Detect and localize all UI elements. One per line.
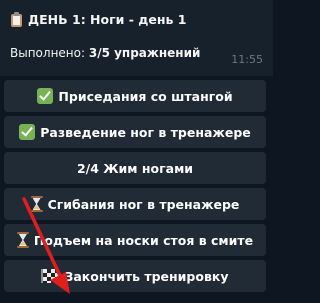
progress-label: Выполнено: [10, 46, 89, 60]
button-label: Подъем на носки стоя в смите [33, 232, 254, 248]
progress-line: Выполнено: 3/5 упражнений [10, 45, 263, 61]
hourglass-icon [30, 196, 43, 212]
message-title-text: ДЕНЬ 1: Ноги - день 1 [28, 12, 187, 27]
exercise-button-calf-raise[interactable]: Подъем на носки стоя в смите [4, 224, 266, 256]
message-title: ДЕНЬ 1: Ноги - день 1 [10, 12, 263, 28]
message-timestamp: 11:55 [231, 53, 263, 66]
exercise-button-leg-curl[interactable]: Сгибания ног в тренажере [4, 188, 266, 220]
button-label: Сгибания ног в тренажере [47, 196, 240, 212]
finish-workout-button[interactable]: Закончить тренировку [4, 260, 266, 292]
message-bubble: ДЕНЬ 1: Ноги - день 1 Выполнено: 3/5 упр… [0, 0, 273, 76]
button-label: 2/4 Жим ногами [76, 160, 194, 176]
progress-value: 3/5 упражнений [88, 46, 201, 60]
exercise-button-leg-abduction[interactable]: Разведение ног в тренажере [4, 116, 266, 148]
button-label: Разведение ног в тренажере [40, 124, 251, 140]
exercise-button-squats[interactable]: Приседания со штангой [4, 80, 266, 112]
check-mark-icon [37, 88, 54, 104]
check-mark-icon [19, 124, 36, 140]
button-label: Закончить тренировку [64, 268, 229, 284]
hourglass-icon [16, 232, 29, 248]
button-label: Приседания со штангой [58, 88, 233, 104]
checkered-flag-icon [41, 269, 60, 283]
exercise-button-leg-press[interactable]: 2/4 Жим ногами [4, 152, 266, 184]
clipboard-icon [10, 12, 24, 28]
